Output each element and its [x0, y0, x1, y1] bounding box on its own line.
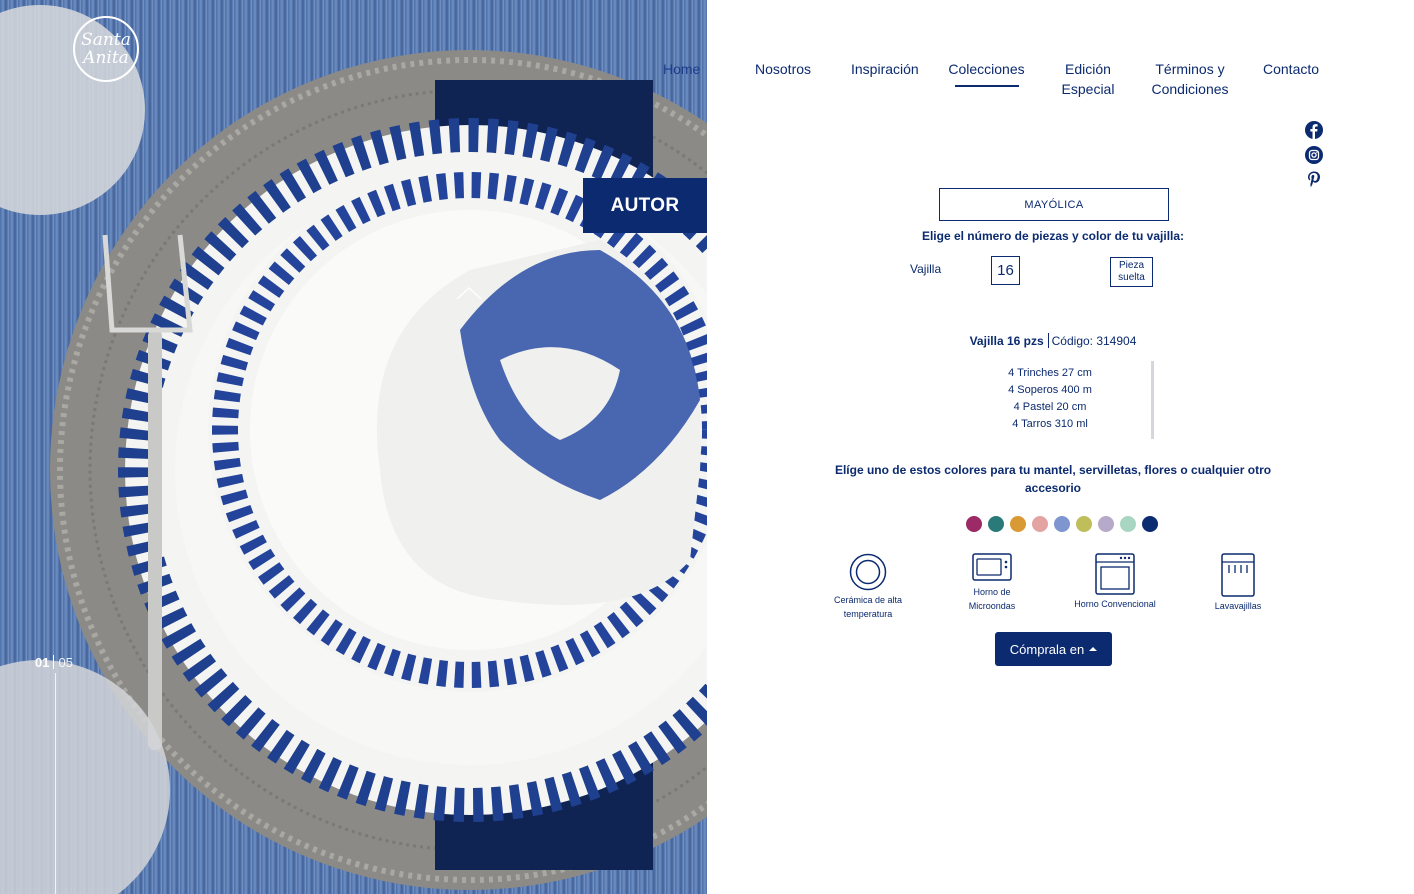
collection-name: MAYÓLICA [939, 188, 1169, 221]
nav-home[interactable]: Home [663, 59, 700, 79]
feature-dishwasher: Lavavajillas [1203, 553, 1273, 613]
feature-oven: Horno Convencional [1065, 553, 1165, 611]
logo-text: Santa [81, 30, 131, 50]
facebook-icon[interactable] [1305, 121, 1323, 139]
nav-label: Especial [1061, 81, 1115, 97]
feature-ceramic: Cerámica de alta temperatura [825, 553, 911, 621]
nav-label: Términos y [1155, 61, 1225, 77]
single-piece-option[interactable]: Pieza suelta [1110, 257, 1153, 287]
slide-pager: 01 05 [35, 655, 73, 670]
pager-current: 01 [35, 655, 50, 670]
option-label: suelta [1118, 272, 1145, 283]
set-info: Vajilla 16 pzs Código: 314904 [810, 333, 1296, 348]
nav-colecciones[interactable]: Colecciones [948, 59, 1025, 87]
feature-label: Horno Convencional [1074, 599, 1156, 609]
vajilla-label: Vajilla [910, 262, 942, 276]
buy-button[interactable]: Cómprala en [995, 632, 1112, 666]
color-swatch[interactable] [1076, 516, 1092, 532]
color-swatch[interactable] [966, 516, 982, 532]
colors-title-line: Elíge uno de estos colores para tu mante… [834, 463, 1272, 477]
nav-colecciones-label: Colecciones [948, 61, 1025, 77]
instagram-icon[interactable] [1305, 146, 1323, 164]
list-item: 4 Tarros 310 ml [1012, 418, 1088, 430]
hero-image: Santa Anita AUTOR 01 05 [0, 0, 707, 894]
feature-label: Microondas [968, 601, 1016, 611]
choose-pieces-label: Elige el número de piezas y color de tu … [921, 229, 1185, 243]
author-badge: AUTOR [583, 178, 707, 233]
nav-contacto[interactable]: Contacto [1263, 59, 1319, 79]
colors-title: Elíge uno de estos colores para tu mante… [820, 461, 1286, 497]
list-item: 4 Pastel 20 cm [1013, 401, 1087, 413]
nav-label: Edición [1065, 61, 1111, 77]
feature-label: Horno de [973, 587, 1011, 597]
color-swatches [966, 516, 1158, 532]
caret-up-icon [1089, 647, 1098, 651]
nav-inspiracion[interactable]: Inspiración [851, 59, 919, 79]
color-swatch[interactable] [988, 516, 1004, 532]
color-swatch[interactable] [1054, 516, 1070, 532]
color-swatch[interactable] [1032, 516, 1048, 532]
main-nav: Home Nosotros Inspiración Colecciones Ed… [0, 59, 1414, 109]
color-swatch[interactable] [1120, 516, 1136, 532]
feature-label: Cerámica de alta [833, 595, 903, 605]
feature-microwave: Horno de Microondas [957, 553, 1027, 613]
dishwasher-icon [1221, 553, 1255, 597]
color-swatch[interactable] [1010, 516, 1026, 532]
set-name: Vajilla 16 pzs [969, 334, 1044, 348]
set-option-16[interactable]: 16 [991, 256, 1020, 285]
colors-title-line: accesorio [1024, 481, 1082, 495]
nav-terminos[interactable]: Términos y Condiciones [1149, 59, 1231, 99]
plate-icon [849, 553, 887, 591]
nav-nosotros[interactable]: Nosotros [755, 59, 811, 79]
color-swatch[interactable] [1142, 516, 1158, 532]
list-item: 4 Trinches 27 cm [1008, 367, 1092, 379]
option-label: Pieza [1118, 260, 1144, 271]
pinterest-icon[interactable] [1305, 170, 1323, 188]
chevron-up-icon[interactable] [456, 286, 482, 300]
pieces-list: 4 Trinches 27 cm 4 Soperos 400 m 4 Paste… [960, 365, 1140, 433]
nav-label: Condiciones [1151, 81, 1229, 97]
list-item: 4 Soperos 400 m [1008, 384, 1092, 396]
pager-total: 05 [58, 655, 73, 670]
feature-label: Lavavajillas [1214, 601, 1262, 611]
feature-label: temperatura [843, 609, 893, 619]
product-code: Código: 314904 [1051, 334, 1137, 348]
buy-button-label: Cómprala en [1009, 641, 1085, 657]
nav-edicion-especial[interactable]: Edición Especial [1058, 59, 1118, 99]
pieces-scrollbar[interactable] [1151, 361, 1154, 439]
pager-line [55, 673, 56, 894]
oven-icon [1095, 553, 1135, 595]
microwave-icon [972, 553, 1012, 581]
tableware-photo [0, 5, 707, 894]
color-swatch[interactable] [1098, 516, 1114, 532]
